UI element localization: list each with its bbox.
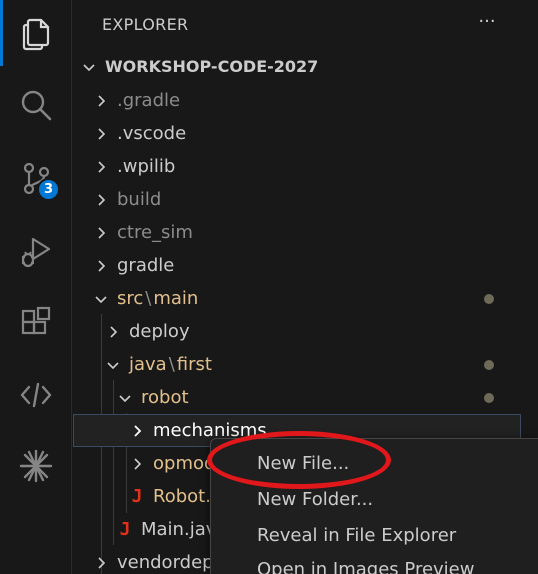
modified-dot — [484, 294, 494, 304]
extensions-icon — [21, 306, 51, 335]
tree-item-label: .vscode — [117, 123, 187, 144]
sidebar-title: EXPLORER — [102, 15, 189, 34]
chevron-right-icon — [98, 94, 106, 107]
snowflake-button[interactable] — [0, 433, 72, 499]
tree-item-vscode[interactable]: .vscode — [73, 117, 521, 150]
menu-item-open-in-images-preview[interactable]: Open in Images Preview — [257, 559, 474, 574]
snowflake-icon — [19, 449, 53, 483]
remote-explorer-icon — [20, 382, 52, 408]
extensions-button[interactable] — [0, 290, 72, 356]
tree-item-label: robot — [141, 387, 189, 408]
menu-item-reveal-in-file-explorer[interactable]: Reveal in File Explorer — [257, 525, 456, 546]
chevron-right-icon — [98, 193, 106, 206]
source-control-badge: 3 — [37, 178, 60, 201]
source-control-button[interactable] — [0, 145, 72, 211]
path-separator: \ — [145, 288, 152, 309]
tree-item-label: gradle — [117, 255, 175, 276]
tree-item-build[interactable]: build — [73, 183, 521, 216]
tree-item-label: .gradle — [117, 90, 181, 111]
explorer-button[interactable] — [0, 0, 72, 66]
tree-item-gradle[interactable]: gradle — [73, 249, 521, 282]
menu-item-new-file[interactable]: New File... — [257, 453, 349, 474]
tree-item-label: build — [117, 189, 162, 210]
tree-item-wpilib[interactable]: .wpilib — [73, 150, 521, 183]
chevron-right-icon — [98, 556, 106, 569]
tree-item-java-first[interactable]: java \ first — [73, 348, 521, 381]
java-file-icon: J — [131, 486, 143, 507]
java-file-icon: J — [119, 519, 131, 540]
tree-item-label: deploy — [129, 321, 190, 342]
workspace-name: WORKSHOP-CODE-2027 — [105, 57, 319, 76]
workspace-root[interactable]: WORKSHOP-CODE-2027 — [73, 50, 521, 83]
tree-item-label: .wpilib — [117, 156, 176, 177]
chevron-right-icon — [98, 226, 106, 239]
chevron-right-icon — [134, 457, 142, 470]
tree-item-label: java — [129, 354, 167, 375]
run-debug-icon — [21, 237, 51, 268]
sidebar-header: EXPLORER ··· — [73, 0, 538, 50]
tree-item-gradle-hidden[interactable]: .gradle — [73, 84, 521, 117]
search-icon — [21, 90, 52, 121]
chevron-right-icon — [110, 325, 118, 338]
tree-item-label: src — [117, 288, 144, 309]
tree-item-label: vendordeps — [117, 552, 223, 573]
tree-item-ctre-sim[interactable]: ctre_sim — [73, 216, 521, 249]
chevron-right-icon — [98, 127, 106, 140]
activity-bar: 3 — [0, 0, 72, 574]
tree-item-label: ctre_sim — [117, 222, 193, 243]
search-button[interactable] — [0, 72, 72, 138]
chevron-right-icon — [98, 259, 106, 272]
tree-item-src-main[interactable]: src \ main — [73, 282, 521, 315]
tree-item-label: first — [176, 354, 212, 375]
run-debug-button[interactable] — [0, 218, 72, 284]
chevron-right-icon — [134, 424, 142, 437]
chevron-down-icon — [83, 63, 95, 71]
context-menu: New File... New Folder... Reveal in File… — [210, 438, 538, 574]
remote-explorer-button[interactable] — [0, 362, 72, 428]
path-separator: \ — [168, 354, 175, 375]
chevron-down-icon — [119, 394, 131, 402]
tree-item-deploy[interactable]: deploy — [73, 315, 521, 348]
chevron-right-icon — [98, 160, 106, 173]
files-icon — [22, 18, 50, 51]
chevron-down-icon — [95, 295, 107, 303]
modified-dot — [484, 360, 494, 370]
chevron-down-icon — [107, 361, 119, 369]
more-actions-button[interactable]: ··· — [475, 12, 499, 36]
tree-item-label: main — [153, 288, 199, 309]
menu-item-new-folder[interactable]: New Folder... — [257, 489, 373, 510]
modified-dot — [484, 393, 494, 403]
tree-item-robot[interactable]: robot — [73, 381, 521, 414]
